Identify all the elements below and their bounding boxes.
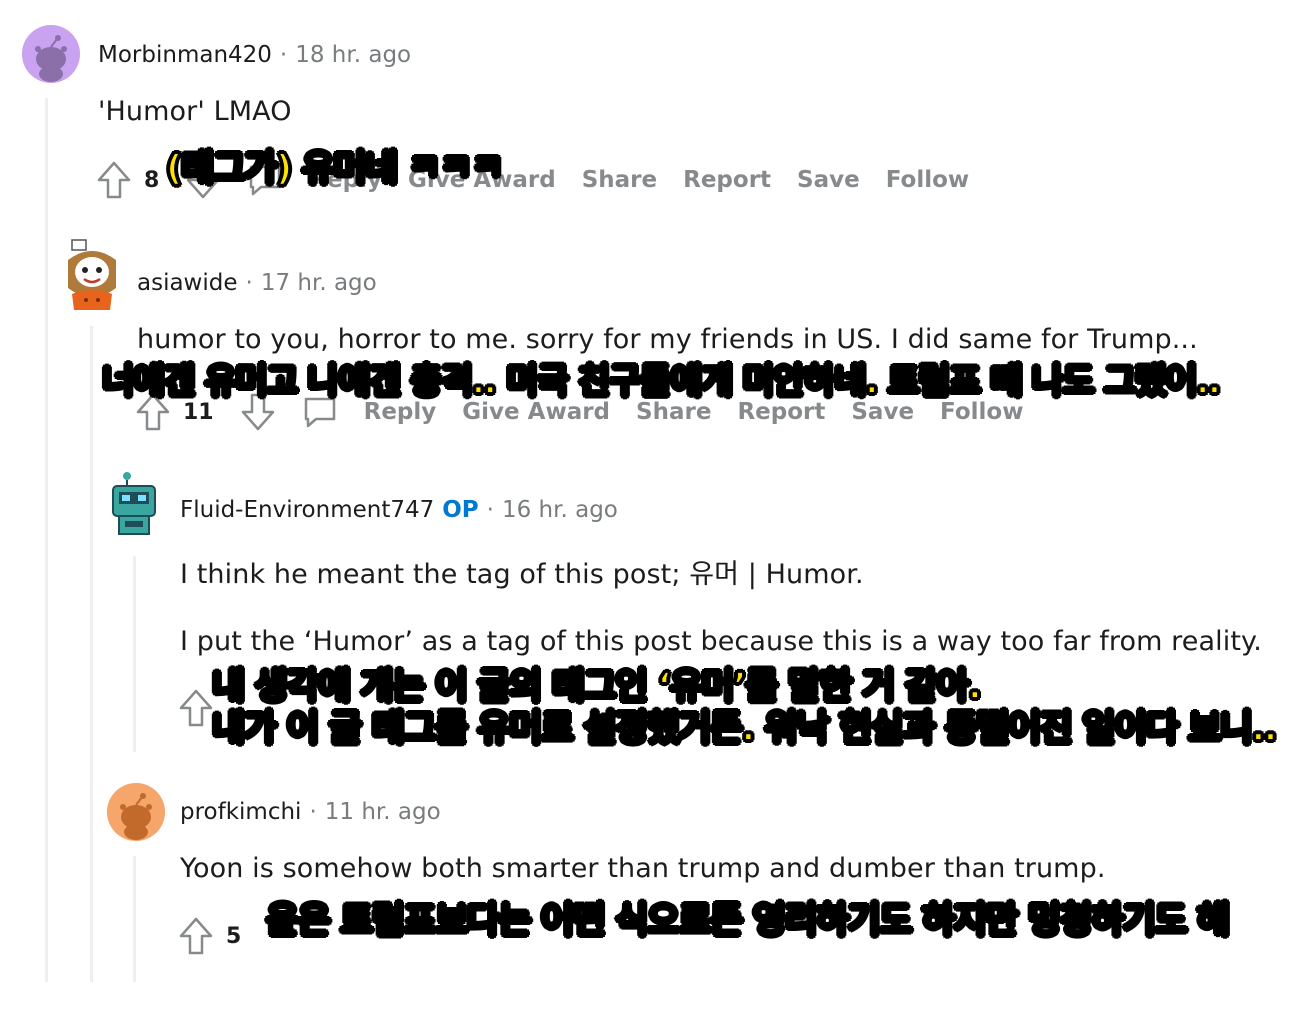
- korean-subtitle: 너에겐 유머고 나에겐 충격.. 미국 친구들에게 미안하네. 트럼프 때 나도…: [101, 361, 1222, 403]
- comment-body-line-1: I think he meant the tag of this post; 유…: [180, 559, 864, 590]
- vote-count: 8: [144, 167, 160, 193]
- avatar[interactable]: [107, 783, 165, 841]
- follow-button[interactable]: Follow: [886, 167, 969, 193]
- korean-subtitle: 윤은 트럼프보다는 어떤 식으로든 영리하기도 하지만 멍청하기도 해: [265, 899, 1231, 942]
- vote-count: 5: [226, 923, 242, 949]
- separator-dot: ·: [245, 270, 253, 296]
- comment-meta: asiawide · 17 hr. ago: [137, 270, 377, 296]
- avatar[interactable]: [103, 466, 165, 540]
- korean-subtitle-line-2: 내가 이 글 태그를 유머로 설정했거든. 워낙 현실과 동떨어진 일이다 보니…: [211, 707, 1278, 750]
- vote-count: 11: [183, 399, 214, 425]
- owl-avatar-icon: [68, 239, 116, 310]
- report-button[interactable]: Report: [737, 399, 825, 425]
- separator-dot: ·: [486, 497, 494, 523]
- timestamp[interactable]: 16 hr. ago: [502, 497, 618, 523]
- author-name[interactable]: Fluid-Environment747: [180, 497, 434, 523]
- comment-meta: Fluid-Environment747 OP · 16 hr. ago: [180, 497, 618, 523]
- author-name[interactable]: asiawide: [137, 270, 238, 296]
- avatar[interactable]: [62, 236, 122, 312]
- op-badge: OP: [442, 497, 479, 523]
- comment-meta: profkimchi · 11 hr. ago: [180, 799, 441, 825]
- share-button[interactable]: Share: [636, 399, 711, 425]
- thread-line-4[interactable]: [133, 856, 136, 982]
- snoo-avatar-icon: [22, 25, 80, 83]
- korean-subtitle: (태그가) 유머네 ㅋㅋㅋ: [165, 147, 505, 190]
- comment-body: humor to you, horror to me. sorry for my…: [137, 324, 1198, 355]
- thread-line-1[interactable]: [45, 98, 48, 982]
- thread-line-3[interactable]: [133, 556, 136, 752]
- comment-body: Yoon is somehow both smarter than trump …: [180, 853, 1106, 884]
- follow-button[interactable]: Follow: [940, 399, 1023, 425]
- snoo-avatar-icon: [107, 783, 165, 841]
- upvote-icon[interactable]: [178, 688, 214, 728]
- upvote-icon[interactable]: [96, 160, 132, 200]
- separator-dot: ·: [309, 799, 317, 825]
- comment-body: 'Humor' LMAO: [98, 96, 292, 127]
- comment-meta: Morbinman420 · 18 hr. ago: [98, 42, 411, 68]
- separator-dot: ·: [279, 42, 288, 68]
- comment-actions: 5: [178, 916, 241, 956]
- timestamp[interactable]: 18 hr. ago: [295, 42, 411, 68]
- author-name[interactable]: Morbinman420: [98, 42, 272, 68]
- korean-subtitle-line-1: 내 생각에 걔는 이 글의 태그인 ‘유머’를 말한 거 같아.: [211, 665, 983, 708]
- reply-button[interactable]: Reply: [364, 399, 437, 425]
- thread-line-2[interactable]: [90, 326, 93, 982]
- timestamp[interactable]: 17 hr. ago: [261, 270, 377, 296]
- save-button[interactable]: Save: [797, 167, 860, 193]
- timestamp[interactable]: 11 hr. ago: [325, 799, 441, 825]
- avatar[interactable]: [22, 25, 80, 83]
- give-award-button[interactable]: Give Award: [462, 399, 610, 425]
- upvote-icon[interactable]: [178, 916, 214, 956]
- report-button[interactable]: Report: [683, 167, 771, 193]
- comment-body-line-2: I put the ‘Humor’ as a tag of this post …: [180, 626, 1262, 657]
- save-button[interactable]: Save: [851, 399, 914, 425]
- robot-avatar-icon: [104, 472, 164, 536]
- share-button[interactable]: Share: [582, 167, 657, 193]
- author-name[interactable]: profkimchi: [180, 799, 301, 825]
